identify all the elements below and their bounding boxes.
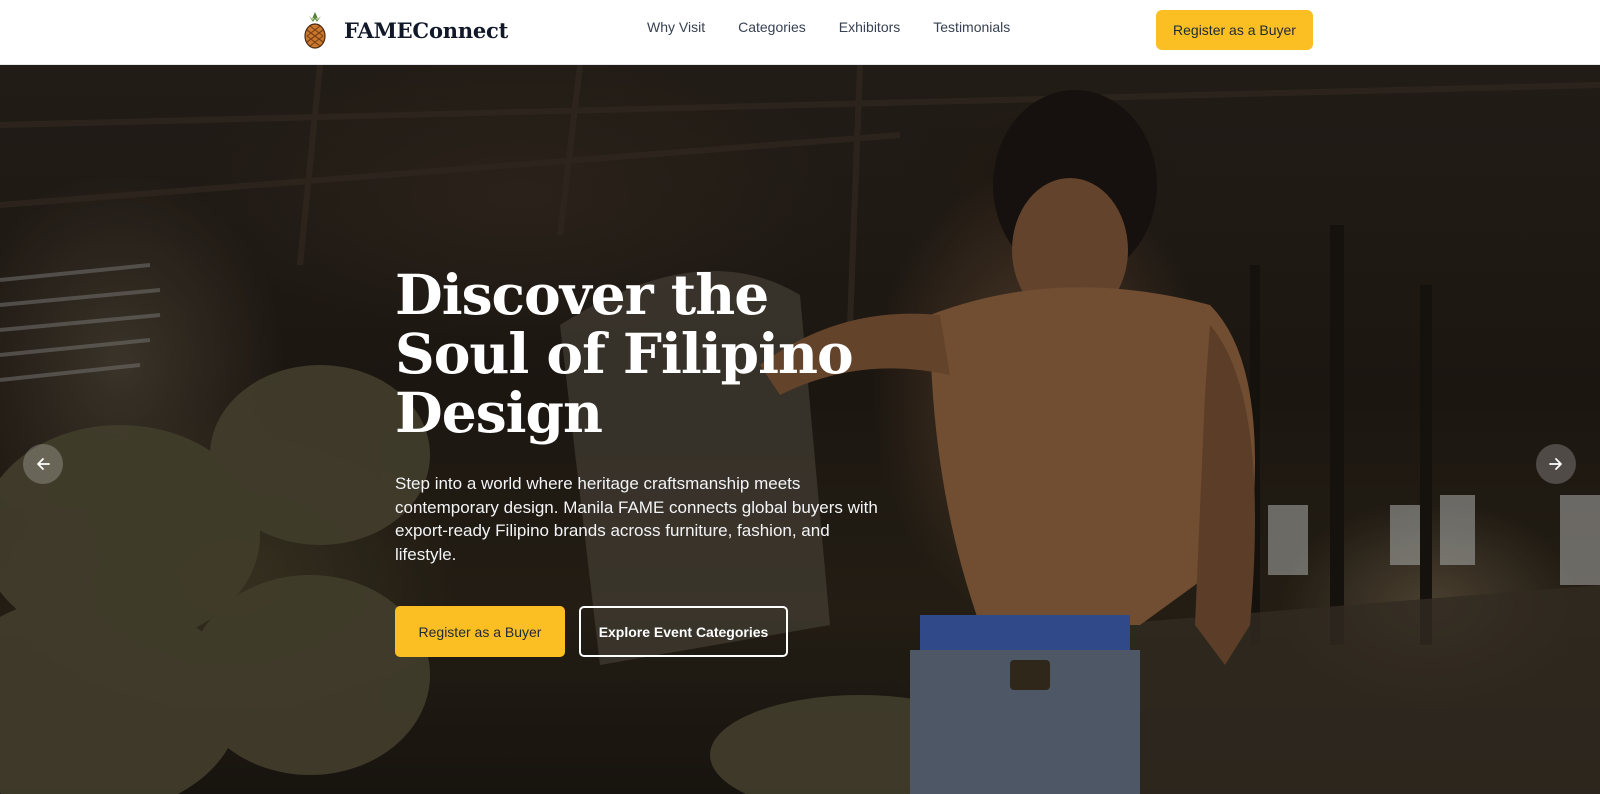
brand-name: FAMEConnect: [344, 17, 509, 43]
nav-link-categories[interactable]: Categories: [738, 19, 806, 35]
brand[interactable]: FAMEConnect: [300, 10, 508, 50]
hero-title-line-2: Soul of Filipino: [395, 321, 854, 386]
hero-content: Discover the Soul of Filipino Design Ste…: [395, 265, 895, 566]
register-buyer-nav-button[interactable]: Register as a Buyer: [1156, 10, 1313, 50]
nav-link-why-visit[interactable]: Why Visit: [647, 19, 705, 35]
nav-link-testimonials[interactable]: Testimonials: [933, 19, 1010, 35]
register-buyer-hero-button[interactable]: Register as a Buyer: [395, 606, 565, 657]
nav-link-exhibitors[interactable]: Exhibitors: [839, 19, 900, 35]
arrow-left-icon: [37, 458, 50, 470]
hero-title-line-1: Discover the: [395, 262, 769, 327]
pineapple-logo-icon: [304, 12, 326, 49]
carousel-next-button[interactable]: [1536, 444, 1576, 484]
explore-categories-button[interactable]: Explore Event Categories: [579, 606, 788, 657]
main-nav: Why Visit Categories Exhibitors Testimon…: [647, 19, 1010, 35]
hero-title-line-3: Design: [395, 380, 603, 445]
hero-carousel: Discover the Soul of Filipino Design Ste…: [0, 65, 1600, 794]
arrow-right-icon: [1549, 458, 1562, 470]
carousel-prev-button[interactable]: [23, 444, 63, 484]
hero-actions: Register as a Buyer Explore Event Catego…: [395, 606, 788, 657]
hero-subtitle: Step into a world where heritage craftsm…: [395, 474, 878, 564]
top-navbar: FAMEConnect Why Visit Categories Exhibit…: [0, 0, 1600, 65]
hero-title: Discover the Soul of Filipino Design: [395, 265, 895, 442]
